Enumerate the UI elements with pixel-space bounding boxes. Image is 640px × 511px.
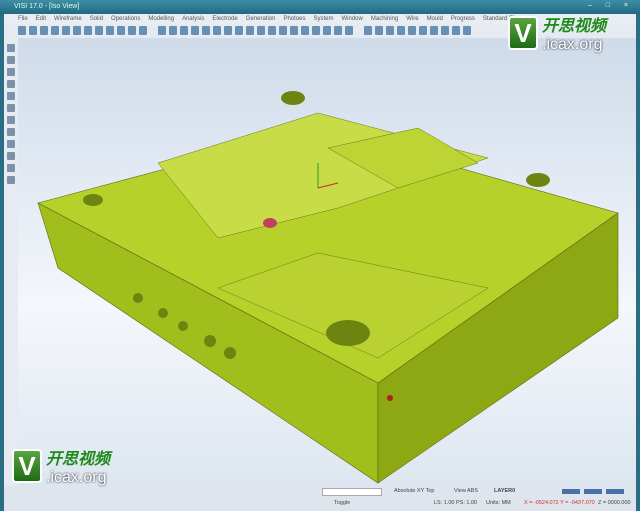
menu-electrode[interactable]: Electrode	[212, 16, 237, 22]
command-input[interactable]	[322, 488, 382, 496]
units: Units: MM	[486, 500, 511, 506]
toolbar-button-icon[interactable]	[191, 26, 199, 35]
coord-z: Z = 0000.000	[598, 500, 631, 506]
side-tool-icon[interactable]	[7, 140, 15, 148]
toolbar-button-icon[interactable]	[386, 26, 394, 35]
toolbar-button-icon[interactable]	[312, 26, 320, 35]
side-tool-icon[interactable]	[7, 80, 15, 88]
toolbar-button-icon[interactable]	[452, 26, 460, 35]
toolbar-button-icon[interactable]	[139, 26, 147, 35]
side-tool-icon[interactable]	[7, 152, 15, 160]
menu-photoes[interactable]: Photoes	[283, 16, 305, 22]
toolbar-button-icon[interactable]	[257, 26, 265, 35]
menu-wire[interactable]: Wire	[406, 16, 418, 22]
toolbar-button-icon[interactable]	[408, 26, 416, 35]
toolbar-button-icon[interactable]	[323, 26, 331, 35]
side-tool-icon[interactable]	[7, 116, 15, 124]
side-tool-icon[interactable]	[7, 164, 15, 172]
hole	[526, 173, 550, 187]
left-toolbar	[4, 38, 18, 488]
toolbar-button-icon[interactable]	[128, 26, 136, 35]
toolbar-button-icon[interactable]	[73, 26, 81, 35]
toolbar-button-icon[interactable]	[202, 26, 210, 35]
layer[interactable]: LAYER0	[494, 488, 515, 494]
toolbar-button-icon[interactable]	[235, 26, 243, 35]
scale: LS: 1.00 PS: 1.00	[434, 500, 478, 506]
mould-model	[37, 91, 619, 484]
toolbar-button-icon[interactable]	[62, 26, 70, 35]
hole	[281, 91, 305, 105]
toolbar-button-icon[interactable]	[224, 26, 232, 35]
watermark-logo-top: V 开思视频 .icax.org	[508, 12, 606, 54]
toggle-button[interactable]: Toggle	[334, 500, 350, 506]
toolbar-button-icon[interactable]	[213, 26, 221, 35]
view-name: Absolute XY Top	[394, 488, 435, 494]
menu-generation[interactable]: Generation	[246, 16, 276, 22]
status-bar: Absolute XY Top View ABS LAYER0 Toggle L…	[4, 486, 636, 511]
toolbar-button-icon[interactable]	[246, 26, 254, 35]
toolbar-button-icon[interactable]	[180, 26, 188, 35]
watermark-logo-bottom: V 开思视频 .icax.org	[12, 445, 110, 487]
side-tool-icon[interactable]	[7, 176, 15, 184]
menu-window[interactable]: Window	[342, 16, 363, 22]
side-tool-icon[interactable]	[7, 104, 15, 112]
3d-viewport[interactable]	[18, 38, 636, 486]
toolbar-button-icon[interactable]	[301, 26, 309, 35]
hole	[326, 320, 370, 346]
menu-file[interactable]: File	[18, 16, 28, 22]
side-tool-icon[interactable]	[7, 56, 15, 64]
toolbar-button-icon[interactable]	[364, 26, 372, 35]
toolbar-button-icon[interactable]	[117, 26, 125, 35]
menu-analysis[interactable]: Analysis	[182, 16, 204, 22]
toolbar-button-icon[interactable]	[290, 26, 298, 35]
toolbar-button-icon[interactable]	[430, 26, 438, 35]
window-title: VISI 17.0 - [Iso View]	[14, 3, 80, 10]
menu-system[interactable]: System	[314, 16, 334, 22]
toolbar-button-icon[interactable]	[463, 26, 471, 35]
origin-marker	[263, 218, 277, 228]
toolbar-button-icon[interactable]	[169, 26, 177, 35]
toolbar-button-icon[interactable]	[84, 26, 92, 35]
toolbar-button-icon[interactable]	[441, 26, 449, 35]
side-tool-icon[interactable]	[7, 68, 15, 76]
toolbar-button-icon[interactable]	[397, 26, 405, 35]
menu-wireframe[interactable]: Wireframe	[54, 16, 82, 22]
toolbar-button-icon[interactable]	[40, 26, 48, 35]
toolbar-button-icon[interactable]	[375, 26, 383, 35]
hole	[387, 395, 393, 401]
toolbar-button-icon[interactable]	[334, 26, 342, 35]
menu-edit[interactable]: Edit	[36, 16, 46, 22]
side-tool-icon[interactable]	[7, 92, 15, 100]
menu-modelling[interactable]: Modelling	[148, 16, 174, 22]
hole	[83, 194, 103, 206]
toolbar-button-icon[interactable]	[51, 26, 59, 35]
menu-operations[interactable]: Operations	[111, 16, 140, 22]
toolbar-button-icon[interactable]	[419, 26, 427, 35]
menu-mould[interactable]: Mould	[427, 16, 443, 22]
coords-xy: X = -0524.072 Y = -0437.070	[524, 500, 595, 506]
menu-solid[interactable]: Solid	[90, 16, 103, 22]
toolbar-button-icon[interactable]	[268, 26, 276, 35]
toolbar-button-icon[interactable]	[106, 26, 114, 35]
status-indicator	[562, 489, 580, 494]
toolbar-button-icon[interactable]	[95, 26, 103, 35]
toolbar-button-icon[interactable]	[279, 26, 287, 35]
menu-machining[interactable]: Machining	[371, 16, 398, 22]
window-controls[interactable]: – □ ×	[588, 2, 634, 9]
toolbar-button-icon[interactable]	[158, 26, 166, 35]
toolbar-button-icon[interactable]	[345, 26, 353, 35]
side-tool-icon[interactable]	[7, 128, 15, 136]
view-abs: View ABS	[454, 488, 479, 494]
menu-progress[interactable]: Progress	[451, 16, 475, 22]
side-tool-icon[interactable]	[7, 44, 15, 52]
status-indicator	[606, 489, 624, 494]
toolbar-button-icon[interactable]	[29, 26, 37, 35]
status-indicator	[584, 489, 602, 494]
toolbar-button-icon[interactable]	[18, 26, 26, 35]
